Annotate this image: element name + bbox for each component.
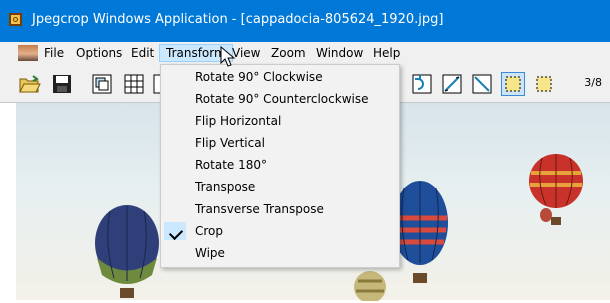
rotate-icon[interactable] [410, 72, 434, 96]
window-title: Jpegcrop Windows Application - [cappadoc… [32, 12, 444, 27]
app-window: Jpegcrop Windows Application - [cappadoc… [0, 0, 610, 301]
transform-menu: Rotate 90° Clockwise Rotate 90° Counterc… [160, 64, 400, 268]
menu-item-transverse-transpose[interactable]: Transverse Transpose [161, 198, 399, 220]
menu-bar: File Options Edit Transform View Zoom Wi… [0, 42, 610, 64]
menu-file[interactable]: File [38, 45, 70, 61]
balloon-image [529, 154, 583, 225]
app-icon[interactable] [9, 13, 22, 26]
select-icon[interactable] [532, 72, 556, 96]
checkmark-icon [164, 222, 186, 241]
menu-edit[interactable]: Edit [125, 45, 160, 61]
menu-item-transpose[interactable]: Transpose [161, 176, 399, 198]
page-indicator: 3/8 [584, 76, 602, 89]
balloon-image [95, 205, 159, 298]
menu-item-crop[interactable]: Crop [161, 220, 399, 242]
save-icon[interactable] [50, 72, 74, 96]
menu-item-rotate-90-cw[interactable]: Rotate 90° Clockwise [161, 66, 399, 88]
menu-window[interactable]: Window [310, 45, 369, 61]
select-antidiagonal-icon[interactable] [470, 72, 494, 96]
select-diagonal-icon[interactable] [440, 72, 464, 96]
menu-help[interactable]: Help [367, 45, 406, 61]
grid-icon[interactable] [122, 72, 146, 96]
balloon-image [540, 208, 552, 222]
copy-icon[interactable] [90, 72, 114, 96]
balloon-image [354, 271, 386, 301]
menu-options[interactable]: Options [70, 45, 128, 61]
open-folder-icon[interactable] [18, 72, 42, 96]
menu-item-rotate-180[interactable]: Rotate 180° [161, 154, 399, 176]
title-bar[interactable]: Jpegcrop Windows Application - [cappadoc… [0, 0, 610, 42]
mouse-cursor-icon [220, 46, 236, 67]
menu-item-flip-vertical[interactable]: Flip Vertical [161, 132, 399, 154]
menu-item-wipe[interactable]: Wipe [161, 242, 399, 264]
document-icon[interactable] [18, 45, 38, 61]
menu-item-flip-horizontal[interactable]: Flip Horizontal [161, 110, 399, 132]
menu-zoom[interactable]: Zoom [265, 45, 312, 61]
crop-icon[interactable] [501, 72, 525, 96]
menu-item-rotate-90-ccw[interactable]: Rotate 90° Counterclockwise [161, 88, 399, 110]
